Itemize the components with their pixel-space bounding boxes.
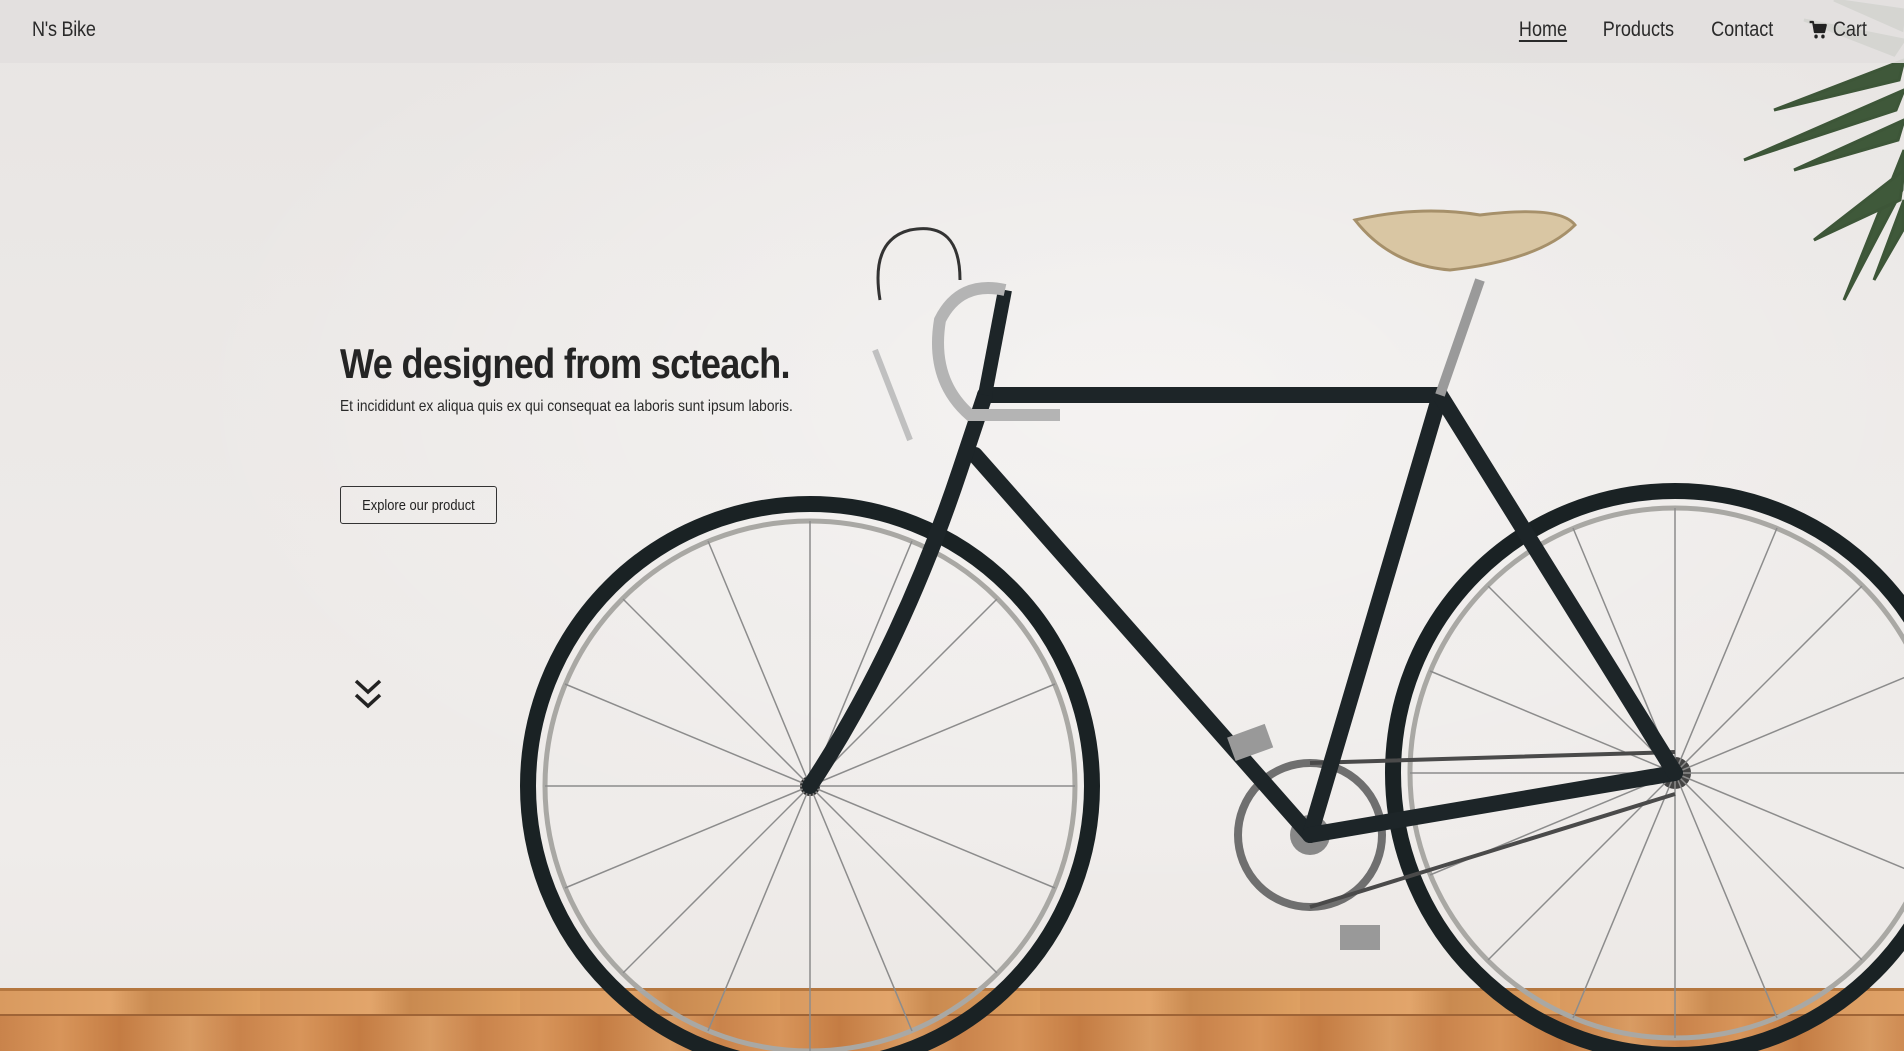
double-chevron-down-icon[interactable]	[353, 678, 383, 712]
page: N's Bike Home Products Contact Cart We d…	[0, 0, 1904, 1051]
wall-background	[0, 0, 1904, 990]
hero-subtitle: Et incididunt ex aliqua quis ex qui cons…	[340, 398, 793, 415]
hero-section: We designed from scteach. Et incididunt …	[340, 340, 867, 416]
nav-home-label: Home	[1518, 18, 1568, 41]
nav-contact-link[interactable]: Contact	[1711, 18, 1773, 42]
main-nav: Home Products Contact Cart	[1515, 18, 1872, 42]
brand-logo-text[interactable]: N's Bike	[32, 18, 96, 42]
explore-product-label: Explore our product	[362, 496, 475, 514]
nav-contact-label: Contact	[1711, 18, 1774, 41]
cart-icon	[1809, 20, 1828, 40]
top-navbar: N's Bike Home Products Contact Cart	[0, 0, 1904, 63]
explore-product-button[interactable]: Explore our product	[340, 486, 497, 524]
hero-title: We designed from scteach.	[340, 340, 791, 387]
nav-cart-label: Cart	[1833, 18, 1868, 41]
wood-floor	[0, 988, 1904, 1051]
nav-cart-link[interactable]: Cart	[1809, 18, 1867, 42]
nav-home-link[interactable]: Home	[1519, 18, 1567, 42]
nav-products-label: Products	[1602, 18, 1675, 41]
nav-products-link[interactable]: Products	[1603, 18, 1674, 42]
